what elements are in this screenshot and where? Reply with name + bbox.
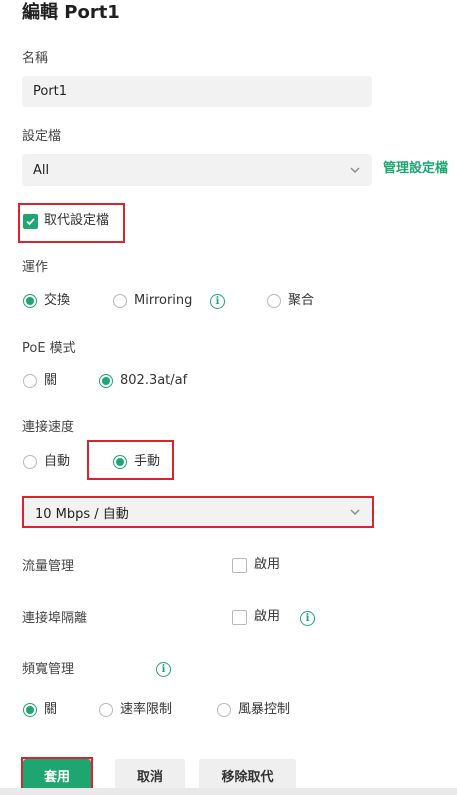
profile-label: 設定檔 <box>22 129 62 144</box>
bandwidth-storm-control-label: 風暴控制 <box>238 702 291 717</box>
port-isolation-checkbox[interactable] <box>232 610 247 625</box>
name-input-value: Port1 <box>33 84 68 99</box>
page-title: 編輯 Port1 <box>22 2 120 23</box>
override-profile-checkbox[interactable] <box>23 214 38 229</box>
flow-control-checkbox[interactable] <box>232 558 247 573</box>
profile-select[interactable]: All <box>22 154 372 186</box>
operation-aggregate-radio[interactable] <box>267 294 281 308</box>
poe-8023at-label: 802.3at/af <box>120 373 188 388</box>
operation-mirroring-radio[interactable] <box>113 294 127 308</box>
bandwidth-off-label: 關 <box>44 702 58 717</box>
poe-off-radio[interactable] <box>23 374 37 388</box>
port-isolation-label: 連接埠隔離 <box>22 611 88 626</box>
remove-override-button[interactable]: 移除取代 <box>199 759 296 791</box>
speed-select-value: 10 Mbps / 自動 <box>35 506 129 522</box>
bandwidth-off-radio[interactable] <box>23 703 37 717</box>
flow-control-enable-label: 啟用 <box>254 557 281 572</box>
bandwidth-rate-limit-radio[interactable] <box>99 703 113 717</box>
operation-aggregate-label: 聚合 <box>288 293 315 308</box>
operation-switch-radio[interactable] <box>23 294 37 308</box>
poe-mode-label: PoE 模式 <box>22 341 76 356</box>
poe-off-label: 關 <box>44 373 58 388</box>
info-icon[interactable]: i <box>156 662 171 677</box>
cancel-button[interactable]: 取消 <box>115 759 185 791</box>
bandwidth-storm-control-radio[interactable] <box>217 703 231 717</box>
name-input[interactable]: Port1 <box>22 76 372 107</box>
speed-manual-label: 手動 <box>134 454 161 469</box>
link-speed-label: 連接速度 <box>22 420 75 435</box>
port-isolation-enable-label: 啟用 <box>254 609 281 624</box>
speed-manual-radio[interactable] <box>113 455 127 469</box>
bandwidth-label: 頻寬管理 <box>22 662 75 677</box>
info-icon[interactable]: i <box>300 611 315 626</box>
flow-control-label: 流量管理 <box>22 559 75 574</box>
poe-8023at-radio[interactable] <box>99 374 113 388</box>
chevron-down-icon <box>350 509 360 515</box>
name-label: 名稱 <box>22 51 49 66</box>
speed-select[interactable]: 10 Mbps / 自動 <box>24 498 372 526</box>
speed-auto-radio[interactable] <box>23 455 37 469</box>
override-profile-label: 取代設定檔 <box>44 213 110 228</box>
bottom-divider <box>0 788 457 795</box>
checkmark-icon <box>26 218 35 226</box>
apply-button[interactable]: 套用 <box>23 759 91 791</box>
manual-highlight-box <box>87 440 174 480</box>
operation-mirroring-label: Mirroring <box>134 293 193 308</box>
speed-auto-label: 自動 <box>44 454 71 469</box>
chevron-down-icon <box>350 167 360 173</box>
profile-select-value: All <box>33 162 50 178</box>
info-icon[interactable]: i <box>210 294 225 309</box>
operation-switch-label: 交換 <box>44 293 71 308</box>
bandwidth-rate-limit-label: 速率限制 <box>120 702 173 717</box>
operation-label: 運作 <box>22 260 49 275</box>
manage-profile-link[interactable]: 管理設定檔 <box>383 160 448 178</box>
